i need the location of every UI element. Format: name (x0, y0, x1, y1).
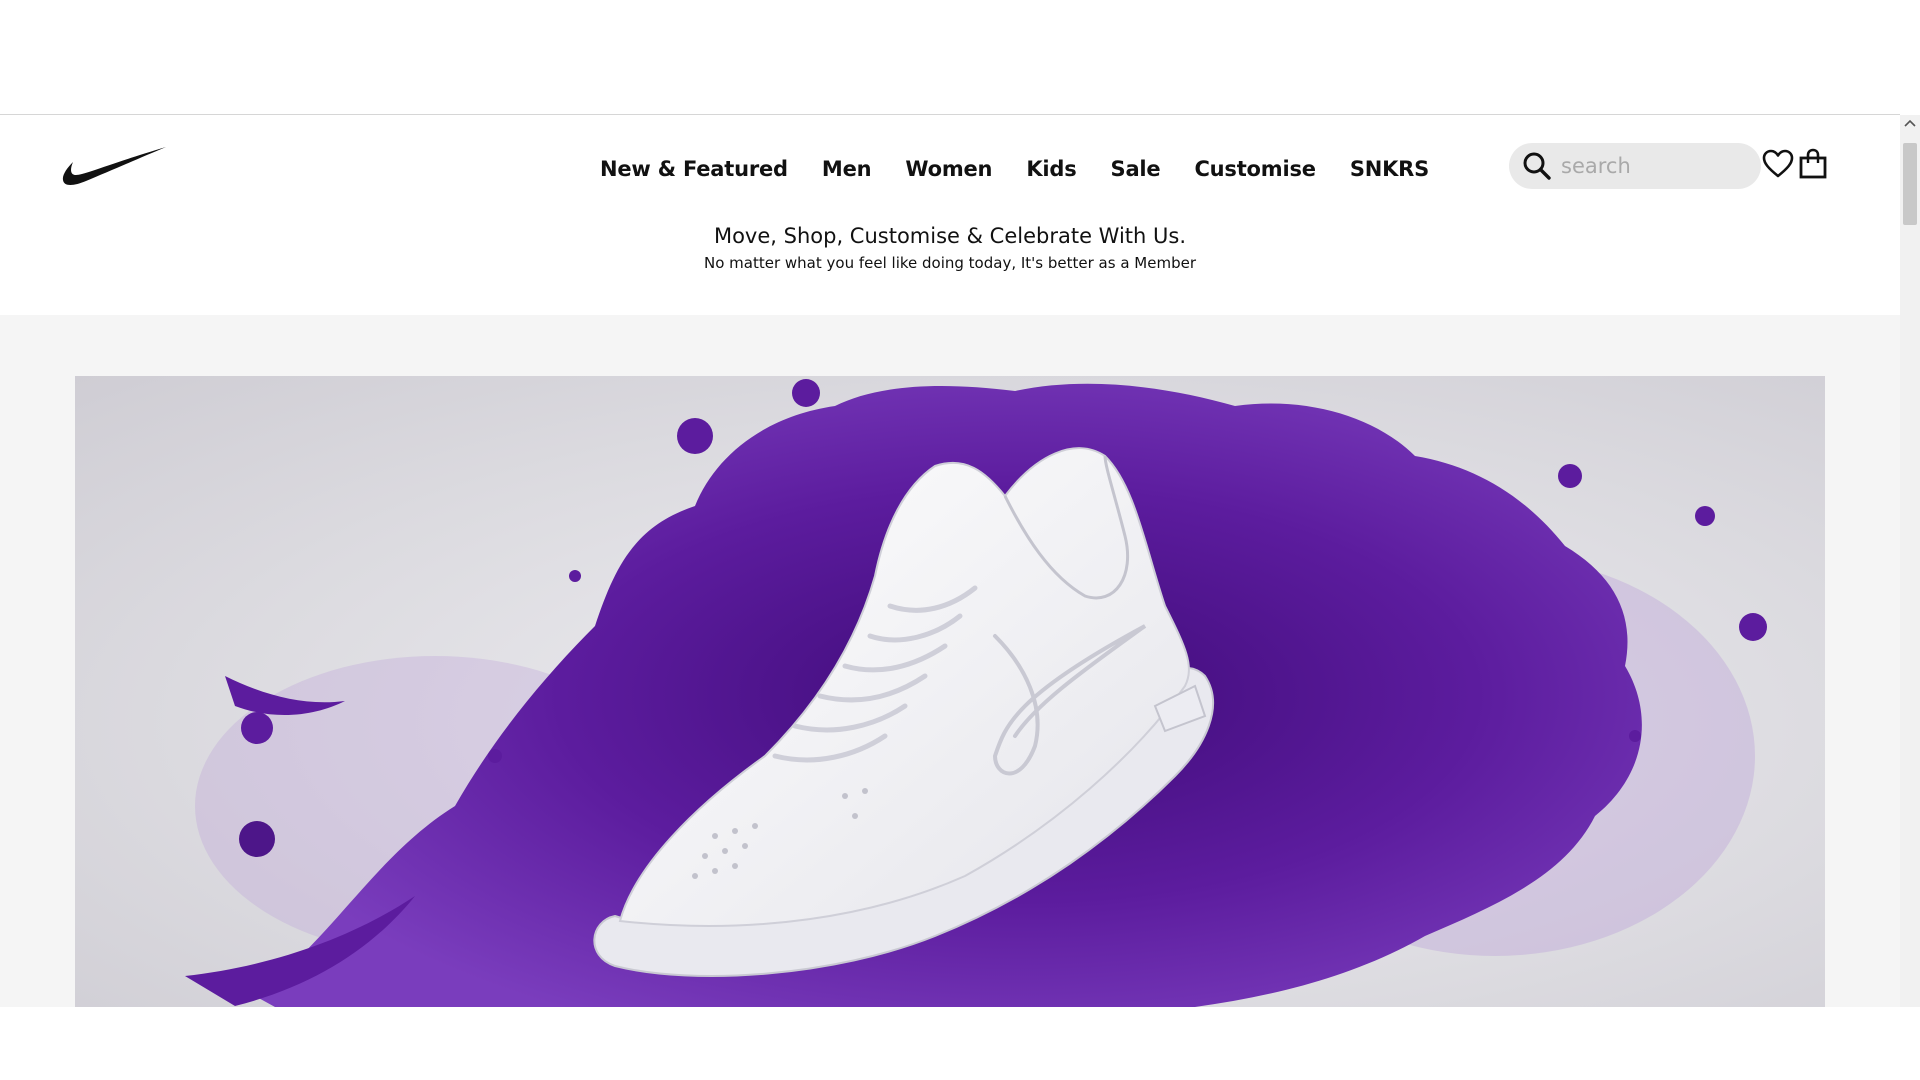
heart-icon (1762, 149, 1794, 178)
search-icon[interactable] (1519, 148, 1555, 184)
hero-banner[interactable] (75, 376, 1825, 1007)
main-nav: New & Featured Men Women Kids Sale Custo… (600, 149, 1429, 189)
page-viewport: New & Featured Men Women Kids Sale Custo… (0, 115, 1900, 1007)
nav-item-kids[interactable]: Kids (1026, 157, 1076, 181)
hero-image (185, 379, 1767, 1007)
bag-button[interactable] (1795, 146, 1831, 182)
site-header: New & Featured Men Women Kids Sale Custo… (0, 115, 1900, 315)
nav-item-men[interactable]: Men (822, 157, 872, 181)
chevron-up-icon (1904, 119, 1916, 127)
browser-bottom-area (0, 1007, 1920, 1080)
browser-top-area (0, 0, 1920, 114)
nike-swoosh-icon (62, 147, 166, 185)
scroll-up-button[interactable] (1900, 115, 1920, 131)
search-box (1509, 143, 1761, 189)
search-input[interactable] (1559, 153, 1749, 179)
nav-item-new-featured[interactable]: New & Featured (600, 157, 788, 181)
nav-item-sale[interactable]: Sale (1111, 157, 1161, 181)
vertical-scrollbar[interactable] (1900, 115, 1920, 1007)
shopping-bag-icon (1799, 148, 1827, 179)
favorites-button[interactable] (1760, 146, 1796, 182)
nike-logo[interactable] (62, 145, 168, 189)
member-promo: Move, Shop, Customise & Celebrate With U… (0, 222, 1900, 274)
nav-item-snkrs[interactable]: SNKRS (1350, 157, 1429, 181)
promo-title: Move, Shop, Customise & Celebrate With U… (713, 224, 1187, 248)
nav-item-customise[interactable]: Customise (1194, 157, 1316, 181)
promo-subtitle: No matter what you feel like doing today… (704, 254, 1196, 272)
scrollbar-thumb[interactable] (1903, 143, 1917, 225)
nav-item-women[interactable]: Women (905, 157, 992, 181)
